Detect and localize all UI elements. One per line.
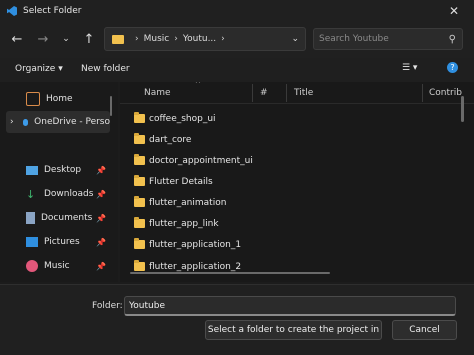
sidebar-item-pictures[interactable]: Pictures 📌 bbox=[26, 231, 106, 253]
column-contributing-artists[interactable]: Contrib bbox=[429, 88, 462, 98]
organize-button[interactable]: Organize ▾ bbox=[15, 64, 63, 74]
list-item[interactable]: coffee_shop_ui bbox=[134, 108, 216, 129]
folder-icon bbox=[134, 133, 145, 144]
sidebar-item-desktop[interactable]: Desktop 📌 bbox=[26, 159, 106, 181]
file-list: Name ^ # Title Contrib coffee_shop_ui da… bbox=[120, 82, 474, 282]
pin-icon[interactable]: 📌 bbox=[96, 238, 106, 247]
new-folder-button[interactable]: New folder bbox=[81, 64, 130, 74]
folder-icon bbox=[134, 175, 145, 186]
list-item[interactable]: doctor_appointment_ui bbox=[134, 150, 253, 171]
home-icon bbox=[26, 92, 40, 106]
list-item[interactable]: Flutter Details bbox=[134, 171, 213, 192]
recent-locations-chevron-icon[interactable]: ⌄ bbox=[57, 30, 75, 48]
column-number[interactable]: # bbox=[260, 88, 268, 98]
column-divider[interactable] bbox=[422, 84, 423, 102]
folder-icon bbox=[134, 196, 145, 207]
list-item[interactable]: flutter_animation bbox=[134, 192, 226, 213]
music-icon bbox=[26, 260, 38, 272]
folder-icon bbox=[134, 154, 145, 165]
toolbar: Organize ▾ New folder ☰ ▾ ? bbox=[0, 58, 474, 82]
horizontal-scrollbar[interactable] bbox=[130, 272, 330, 274]
folder-input[interactable]: Youtube bbox=[124, 296, 456, 316]
column-divider[interactable] bbox=[286, 84, 287, 102]
folder-label: Folder: bbox=[92, 301, 123, 311]
vscode-logo-icon bbox=[7, 6, 17, 16]
column-name[interactable]: Name bbox=[144, 88, 171, 98]
download-icon: ↓ bbox=[26, 188, 36, 201]
folder-icon bbox=[134, 217, 145, 228]
sidebar-item-onedrive[interactable]: › OneDrive - Perso bbox=[6, 111, 110, 133]
list-item[interactable]: flutter_application_1 bbox=[134, 234, 241, 255]
search-input[interactable]: Search Youtube ⚲ bbox=[313, 28, 463, 50]
chevron-right-icon[interactable]: › bbox=[221, 34, 225, 44]
sidebar-item-music[interactable]: Music 📌 bbox=[26, 255, 106, 277]
chevron-right-icon[interactable]: › bbox=[135, 34, 139, 44]
select-folder-button[interactable]: Select a folder to create the project in bbox=[205, 320, 382, 340]
sort-up-icon: ^ bbox=[195, 82, 201, 88]
breadcrumb-item[interactable]: Music bbox=[144, 34, 170, 44]
back-icon[interactable]: ← bbox=[8, 30, 26, 48]
title-bar: Select Folder ✕ bbox=[0, 0, 474, 22]
column-title[interactable]: Title bbox=[294, 88, 313, 98]
cloud-icon bbox=[22, 118, 29, 126]
pin-icon[interactable]: 📌 bbox=[96, 166, 106, 175]
sidebar-item-downloads[interactable]: ↓ Downloads 📌 bbox=[26, 183, 106, 205]
folder-icon bbox=[134, 112, 145, 123]
forward-icon[interactable]: → bbox=[34, 30, 52, 48]
help-icon[interactable]: ? bbox=[447, 62, 458, 73]
vertical-scrollbar[interactable] bbox=[461, 96, 464, 122]
up-icon[interactable]: ↑ bbox=[80, 30, 98, 48]
list-item[interactable]: dart_core bbox=[134, 129, 191, 150]
list-item[interactable]: flutter_app_link bbox=[134, 213, 219, 234]
chevron-right-icon[interactable]: › bbox=[10, 117, 14, 127]
pin-icon[interactable]: 📌 bbox=[96, 214, 106, 223]
column-divider[interactable] bbox=[252, 84, 253, 102]
folder-icon bbox=[134, 238, 145, 249]
folder-input-value: Youtube bbox=[129, 300, 165, 311]
desktop-icon bbox=[26, 165, 38, 175]
sidebar-scrollbar[interactable] bbox=[110, 96, 112, 116]
breadcrumb-item[interactable]: Youtu... bbox=[183, 34, 216, 44]
cancel-button[interactable]: Cancel bbox=[392, 320, 457, 340]
folder-icon bbox=[112, 34, 124, 44]
column-header: Name ^ # Title Contrib bbox=[120, 82, 474, 104]
pin-icon[interactable]: 📌 bbox=[96, 190, 106, 199]
view-options-icon[interactable]: ☰ ▾ bbox=[402, 63, 417, 73]
document-icon bbox=[26, 212, 35, 224]
folder-icon bbox=[134, 260, 145, 271]
search-placeholder: Search Youtube bbox=[319, 34, 389, 44]
chevron-right-icon[interactable]: › bbox=[174, 34, 178, 44]
window-title: Select Folder bbox=[23, 6, 82, 16]
pictures-icon bbox=[26, 237, 38, 247]
pin-icon[interactable]: 📌 bbox=[96, 262, 106, 271]
chevron-down-icon[interactable]: ⌄ bbox=[291, 34, 299, 44]
search-icon[interactable]: ⚲ bbox=[449, 34, 456, 45]
sidebar-item-documents[interactable]: Documents 📌 bbox=[26, 207, 106, 229]
close-icon[interactable]: ✕ bbox=[434, 0, 474, 22]
address-bar[interactable]: › Music › Youtu... › ⌄ ⟳ bbox=[104, 27, 331, 51]
